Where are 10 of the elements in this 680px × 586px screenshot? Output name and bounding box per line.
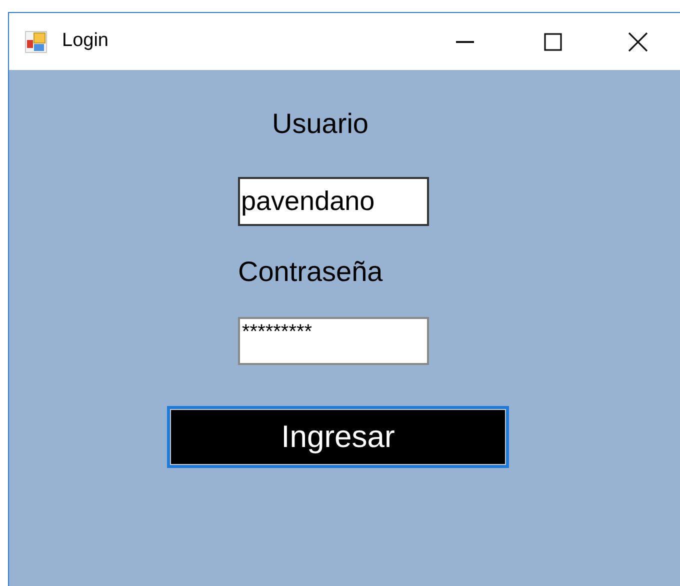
password-field[interactable]: ********* (238, 317, 429, 365)
login-button[interactable]: Ingresar (167, 406, 509, 468)
password-label: Contraseña (238, 256, 383, 288)
minimize-icon (456, 40, 474, 42)
username-label: Usuario (272, 108, 368, 140)
close-icon (628, 32, 648, 52)
maximize-icon (544, 32, 562, 50)
app-icon (25, 30, 47, 52)
window-title: Login (62, 29, 108, 54)
username-field[interactable]: pavendano (238, 177, 429, 226)
